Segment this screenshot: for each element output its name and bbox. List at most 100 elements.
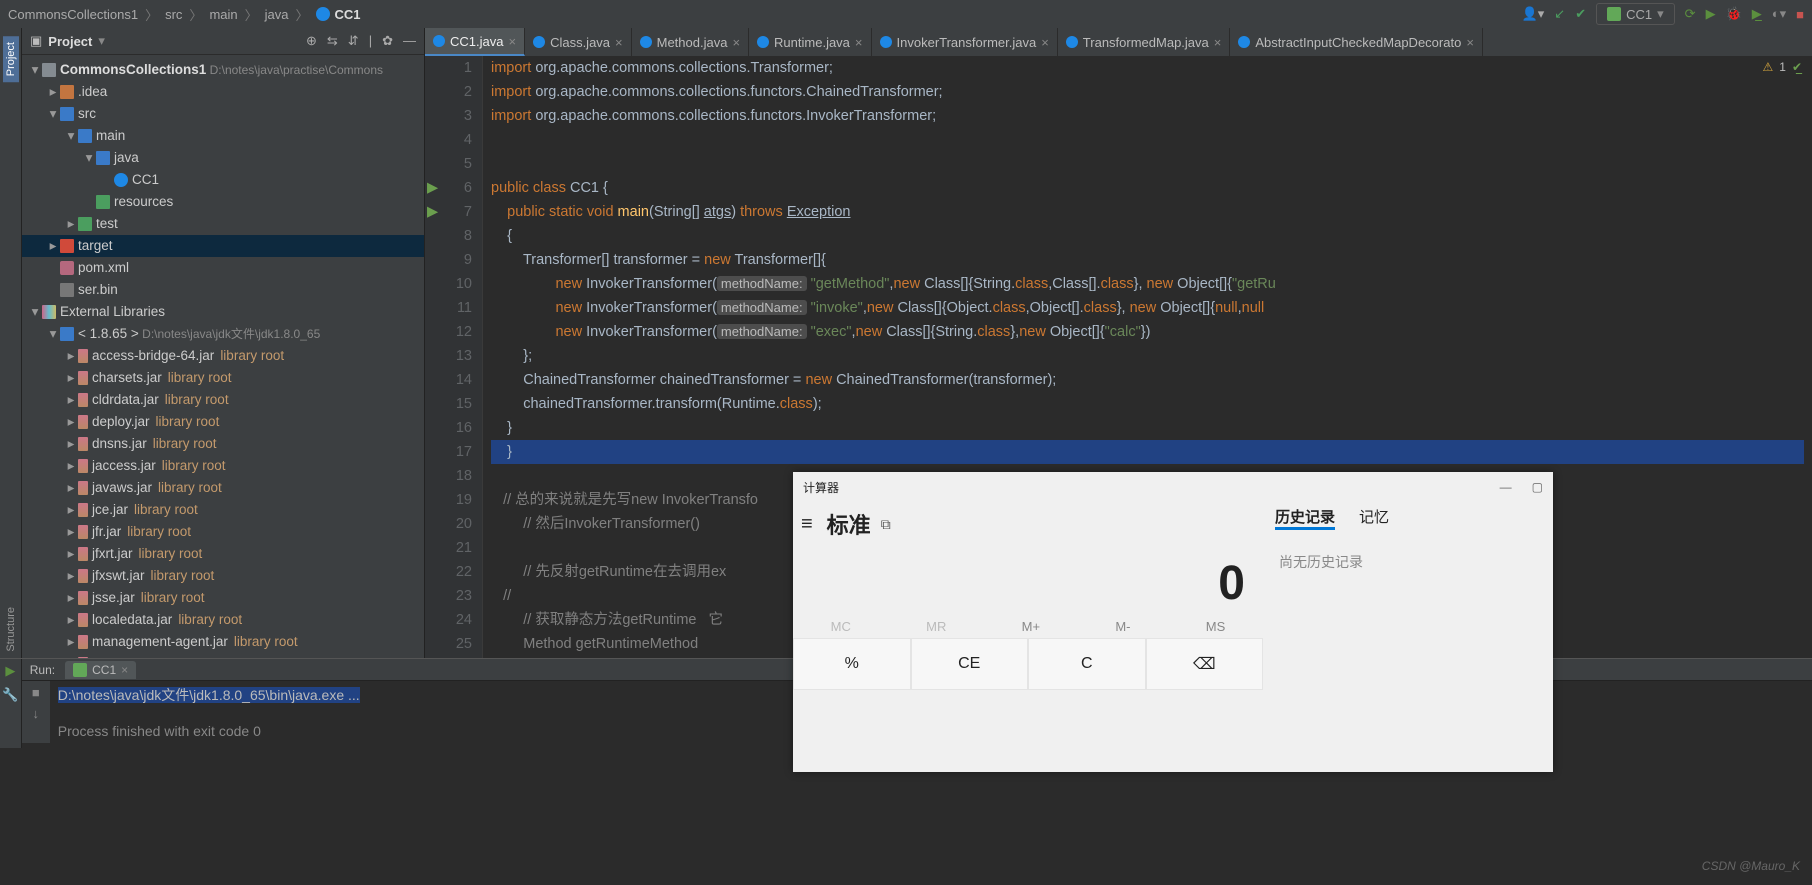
java-file-icon <box>1238 36 1250 48</box>
breadcrumb[interactable]: CommonsCollections1srcmainjavaCC1 <box>8 5 361 24</box>
user-icon[interactable]: 👤▾ <box>1522 6 1545 22</box>
tree-item[interactable]: ▸ jaccess.jarlibrary root <box>22 455 424 477</box>
close-icon[interactable]: × <box>732 35 740 50</box>
top-toolbar: CommonsCollections1srcmainjavaCC1 👤▾ ↙ ✔… <box>0 0 1812 28</box>
tree-item[interactable]: ▸ javaws.jarlibrary root <box>22 477 424 499</box>
console-command: D:\notes\java\jdk文件\jdk1.8.0_65\bin\java… <box>58 687 360 703</box>
rail-tab-project[interactable]: Project <box>3 36 19 82</box>
down-icon[interactable]: ↓ <box>33 706 40 721</box>
calc-button-row: %CEC⌫ <box>793 638 1263 690</box>
locate-icon[interactable]: ⊕ <box>306 33 317 49</box>
tree-item[interactable]: resources <box>22 191 424 213</box>
close-icon[interactable]: × <box>1041 35 1049 50</box>
close-icon[interactable]: × <box>1466 35 1474 50</box>
project-panel: ▣ Project ▾ ⊕ ⇆ ⇵ | ✿ — ▾ CommonsCollect… <box>22 28 425 658</box>
calc-maximize-icon[interactable]: ▢ <box>1532 480 1543 494</box>
run-icon[interactable]: ▶ <box>1706 6 1716 22</box>
calc-mem-btn[interactable]: M+ <box>1022 619 1040 634</box>
run-tab-label: CC1 <box>92 663 116 677</box>
editor-tab[interactable]: TransformedMap.java× <box>1058 28 1231 56</box>
tree-item[interactable]: ▸ jsse.jarlibrary root <box>22 587 424 609</box>
tree-item[interactable]: ▸ jfr.jarlibrary root <box>22 521 424 543</box>
project-panel-title: Project <box>48 34 92 49</box>
calc-side-tab[interactable]: 历史记录 <box>1275 506 1335 530</box>
calculator-window[interactable]: 计算器 — ▢ ≡ 标准 ⧉ 0 MCMRM+M-MS %CEC⌫ 历史记录记忆… <box>793 472 1553 772</box>
settings-icon[interactable]: ✿ <box>382 33 393 49</box>
calc-title: 计算器 <box>803 479 839 496</box>
vcs-update-icon[interactable]: ↙ <box>1554 6 1565 22</box>
calc-side-tabs: 历史记录记忆 <box>1275 502 1541 534</box>
tree-item[interactable]: ▸ localedata.jarlibrary root <box>22 609 424 631</box>
tree-item[interactable]: ▸ dnsns.jarlibrary root <box>22 433 424 455</box>
tree-item[interactable]: ▸ nashorn.jarlibrary root <box>22 653 424 658</box>
run-config-selector[interactable]: CC1 ▾ <box>1596 3 1675 25</box>
java-file-icon <box>533 36 545 48</box>
calc-mem-btn[interactable]: MS <box>1206 619 1226 634</box>
close-icon[interactable]: × <box>855 35 863 50</box>
tree-item[interactable]: ▸ jfxswt.jarlibrary root <box>22 565 424 587</box>
calc-mem-btn: MR <box>926 619 946 634</box>
tree-item[interactable]: ▾ java <box>22 147 424 169</box>
tree-item[interactable]: ▸ charsets.jarlibrary root <box>22 367 424 389</box>
tree-item[interactable]: ▸ management-agent.jarlibrary root <box>22 631 424 653</box>
editor-tab[interactable]: AbstractInputCheckedMapDecorato× <box>1230 28 1483 56</box>
close-icon[interactable]: × <box>1214 35 1222 50</box>
calc-button[interactable]: % <box>793 638 911 690</box>
tree-item[interactable]: ▾ src <box>22 103 424 125</box>
calc-button[interactable]: C <box>1028 638 1146 690</box>
run-left-gutter: ▶ 🔧 <box>0 659 22 748</box>
project-tree[interactable]: ▾ CommonsCollections1 D:\notes\java\prac… <box>22 55 424 658</box>
editor-inspection-bar[interactable]: ⚠ 1 ✔̲ <box>1762 60 1802 74</box>
tree-item[interactable]: ▸ cldrdata.jarlibrary root <box>22 389 424 411</box>
expand-icon[interactable]: ⇆ <box>327 33 338 49</box>
calc-history-empty: 尚无历史记录 <box>1275 534 1541 590</box>
tree-item[interactable]: ser.bin <box>22 279 424 301</box>
editor-tab[interactable]: Runtime.java× <box>749 28 871 56</box>
tree-item[interactable]: ▸ access-bridge-64.jarlibrary root <box>22 345 424 367</box>
calc-mem-btn: MC <box>831 619 851 634</box>
build-icon[interactable]: ⟳ <box>1685 6 1696 22</box>
rerun-icon[interactable]: ▶ <box>5 663 15 679</box>
java-file-icon <box>880 36 892 48</box>
editor-gutter: 12345▶6▶78910111213141516171819202122232… <box>425 56 483 658</box>
debug-icon[interactable]: 🐞 <box>1726 6 1742 22</box>
stop-icon[interactable]: ■ <box>1796 7 1804 22</box>
editor-tab[interactable]: Class.java× <box>525 28 632 56</box>
tree-item[interactable]: ▸ .idea <box>22 81 424 103</box>
hide-icon[interactable]: — <box>403 33 416 49</box>
run-toolbar: ■ ↓ <box>22 681 50 743</box>
calc-side-tab[interactable]: 记忆 <box>1359 506 1389 530</box>
tree-item[interactable]: ▾ External Libraries <box>22 301 424 323</box>
java-file-icon <box>757 36 769 48</box>
tree-item[interactable]: ▾ < 1.8.65 > D:\notes\java\jdk文件\jdk1.8.… <box>22 323 424 345</box>
calc-mem-btn[interactable]: M- <box>1115 619 1130 634</box>
editor-tab[interactable]: CC1.java× <box>425 28 525 56</box>
stop-icon[interactable]: ■ <box>32 685 40 700</box>
calc-button[interactable]: CE <box>911 638 1029 690</box>
rail-tab-structure[interactable]: Structure <box>3 601 19 658</box>
tree-item[interactable]: ▸ jfxrt.jarlibrary root <box>22 543 424 565</box>
tree-item[interactable]: ▾ CommonsCollections1 D:\notes\java\prac… <box>22 59 424 81</box>
wrench-icon[interactable]: 🔧 <box>2 687 18 703</box>
tree-item[interactable]: CC1 <box>22 169 424 191</box>
tree-item[interactable]: ▸ jce.jarlibrary root <box>22 499 424 521</box>
tree-item[interactable]: ▸ target <box>22 235 424 257</box>
close-icon[interactable]: × <box>508 34 516 49</box>
run-tab[interactable]: CC1 × <box>65 661 136 679</box>
vcs-commit-icon[interactable]: ✔ <box>1575 6 1586 22</box>
tree-item[interactable]: ▾ main <box>22 125 424 147</box>
tree-item[interactable]: pom.xml <box>22 257 424 279</box>
calc-pin-icon[interactable]: ⧉ <box>881 516 891 533</box>
calc-minimize-icon[interactable]: — <box>1500 480 1512 494</box>
calc-button[interactable]: ⌫ <box>1146 638 1264 690</box>
tree-item[interactable]: ▸ test <box>22 213 424 235</box>
calc-menu-icon[interactable]: ≡ <box>801 513 813 536</box>
app-icon <box>1607 7 1621 21</box>
editor-tab[interactable]: InvokerTransformer.java× <box>872 28 1058 56</box>
profile-icon[interactable]: ◐▾ <box>1772 6 1786 22</box>
close-icon[interactable]: × <box>615 35 623 50</box>
collapse-icon[interactable]: ⇵ <box>348 33 359 49</box>
coverage-icon[interactable]: ▶̲ <box>1752 6 1762 22</box>
tree-item[interactable]: ▸ deploy.jarlibrary root <box>22 411 424 433</box>
editor-tab[interactable]: Method.java× <box>632 28 749 56</box>
